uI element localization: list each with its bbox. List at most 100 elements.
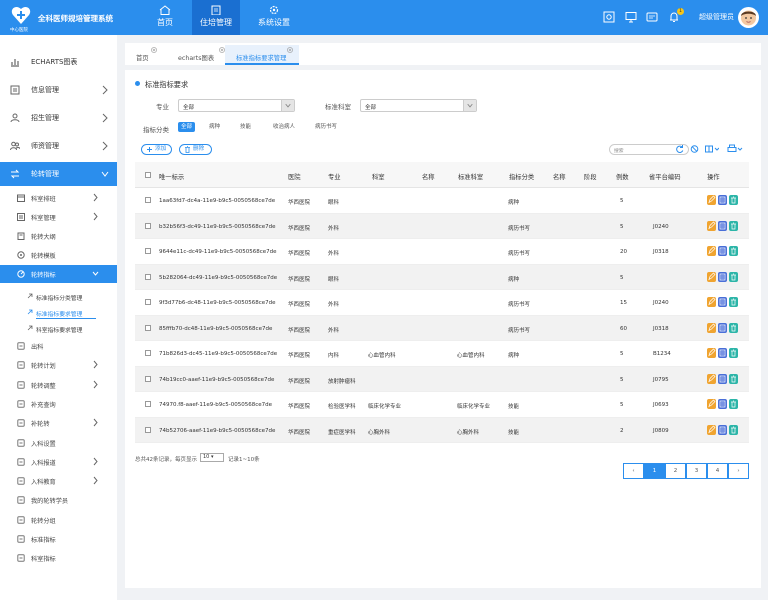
- view-icon[interactable]: [718, 246, 727, 256]
- delete-icon[interactable]: [729, 271, 738, 282]
- sidebar-sub-indicator[interactable]: 轮转指标: [0, 265, 117, 283]
- sidebar-sub-item[interactable]: 轮转分组: [0, 511, 117, 529]
- sidebar-sub-template[interactable]: 轮转模板: [0, 246, 117, 264]
- page-button-2[interactable]: 2: [665, 463, 686, 479]
- sidebar-sub-item[interactable]: 补轮转: [0, 414, 117, 432]
- edit-icon[interactable]: [707, 195, 716, 205]
- edit-icon[interactable]: [707, 297, 716, 307]
- print-icon[interactable]: [727, 144, 743, 154]
- edit-icon[interactable]: [707, 399, 716, 409]
- topnav-settings[interactable]: 系统设置: [250, 0, 298, 35]
- category-chip-skill[interactable]: 技能: [237, 122, 254, 132]
- sidebar-item-info[interactable]: 信息管理: [0, 78, 117, 102]
- close-icon[interactable]: [287, 47, 293, 53]
- view-icon[interactable]: [718, 195, 727, 205]
- delete-icon[interactable]: [729, 220, 738, 231]
- table-row[interactable]: 1aa63fd7-dc4a-11e9-b9c5-0050568ce7de 华西医院…: [135, 188, 749, 214]
- page-button-3[interactable]: 3: [686, 463, 707, 479]
- sidebar-sub-schedule[interactable]: 科室排班: [0, 189, 117, 207]
- sidebar-sub-item[interactable]: 补充查询: [0, 395, 117, 413]
- monitor-icon[interactable]: [625, 11, 637, 23]
- page-button-4[interactable]: 4: [707, 463, 728, 479]
- sidebar-sub3-std-requirement[interactable]: 标准指标要求管理: [0, 305, 117, 321]
- avatar[interactable]: [738, 7, 759, 28]
- table-row[interactable]: b32b56f3-dc49-11e9-b9c5-0050568ce7de 华西医院…: [135, 213, 749, 240]
- message-icon[interactable]: [646, 11, 658, 23]
- page-size-select[interactable]: 10 ▾: [200, 453, 224, 462]
- edit-icon[interactable]: [707, 373, 716, 384]
- edit-icon[interactable]: [707, 271, 716, 282]
- table-row[interactable]: 74b52706-aaef-11e9-b9c5-0050568ce7de 华西医院…: [135, 417, 749, 444]
- sidebar-sub-item[interactable]: 入科报道: [0, 453, 117, 471]
- next-page-button[interactable]: ›: [728, 463, 749, 479]
- delete-icon[interactable]: [729, 195, 738, 205]
- sidebar-item-enroll[interactable]: 招生管理: [0, 106, 117, 130]
- row-checkbox[interactable]: [145, 401, 151, 407]
- table-row[interactable]: 85fffb70-dc48-11e9-b9c5-0050568ce7de 华西医院…: [135, 315, 749, 342]
- table-row[interactable]: 74b19cc0-aaef-11e9-b9c5-0050568ce7de 华西医院…: [135, 366, 749, 393]
- table-row[interactable]: 9f3d77b6-dc48-11e9-b9c5-0050568ce7de 华西医院…: [135, 290, 749, 316]
- delete-icon[interactable]: [729, 297, 738, 307]
- delete-button[interactable]: 删除: [179, 144, 212, 155]
- app-logo[interactable]: 全科医师规培管理系统 中心医院: [8, 6, 126, 33]
- row-checkbox[interactable]: [145, 273, 151, 280]
- delete-icon[interactable]: [729, 373, 738, 384]
- row-checkbox[interactable]: [145, 350, 151, 356]
- sidebar-item-rotation[interactable]: 轮转管理: [0, 162, 117, 186]
- table-row[interactable]: 74970.f8-aaef-11e9-b9c5-0050568ce7de 华西医院…: [135, 392, 749, 418]
- table-row[interactable]: 9644e11c-dc49-11e9-b9c5-0050568ce7de 华西医院…: [135, 239, 749, 265]
- row-checkbox[interactable]: [145, 375, 151, 382]
- sidebar-sub-item[interactable]: 出科: [0, 337, 117, 355]
- view-icon[interactable]: [718, 424, 727, 435]
- prev-page-button[interactable]: ‹: [623, 463, 644, 479]
- tab-home[interactable]: 首页: [125, 45, 167, 65]
- category-chip-admission[interactable]: 收治病人: [270, 122, 298, 132]
- sidebar-item-echarts[interactable]: ECHARTS图表: [0, 50, 117, 74]
- sidebar-sub-item[interactable]: 轮转计划: [0, 356, 117, 374]
- dept-select[interactable]: 全部: [360, 99, 477, 112]
- admin-name[interactable]: 超级管理员: [699, 12, 734, 22]
- delete-icon[interactable]: [729, 322, 738, 333]
- sidebar-item-teachers[interactable]: 师资管理: [0, 134, 117, 158]
- edit-icon[interactable]: [707, 348, 716, 358]
- edit-icon[interactable]: [707, 424, 716, 435]
- edit-icon[interactable]: [707, 322, 716, 333]
- category-chip-record[interactable]: 病历书写: [312, 122, 340, 132]
- refresh-icon[interactable]: [675, 144, 684, 154]
- select-all-checkbox[interactable]: [145, 172, 151, 178]
- row-checkbox[interactable]: [145, 222, 151, 229]
- delete-icon[interactable]: [729, 399, 738, 409]
- topnav-training[interactable]: 住培管理: [192, 0, 240, 35]
- table-row[interactable]: 5b282064-dc49-11e9-b9c5-0050568ce7de 华西医院…: [135, 264, 749, 291]
- columns-icon[interactable]: [705, 144, 719, 154]
- sidebar-sub-item[interactable]: 入科设置: [0, 434, 117, 452]
- row-checkbox[interactable]: [145, 299, 151, 305]
- table-row[interactable]: 71b826d3-dc45-11e9-b9c5-0050568ce7de 华西医院…: [135, 341, 749, 367]
- tab-echarts[interactable]: echarts图表: [167, 45, 225, 65]
- view-icon[interactable]: [718, 271, 727, 282]
- screenshot-icon[interactable]: [603, 11, 615, 23]
- sidebar-sub-dept[interactable]: 科室管理: [0, 208, 117, 226]
- sidebar-sub-item[interactable]: 入科教育: [0, 472, 117, 490]
- sidebar-sub3-dept-requirement[interactable]: 科室指标要求管理: [0, 321, 117, 337]
- row-checkbox[interactable]: [145, 248, 151, 254]
- sidebar-sub3-std-category[interactable]: 标准指标分类管理: [0, 289, 117, 305]
- sidebar-sub-item[interactable]: 我的轮转学员: [0, 491, 117, 509]
- view-icon[interactable]: [718, 399, 727, 409]
- sidebar-sub-item[interactable]: 轮转调整: [0, 376, 117, 394]
- delete-icon[interactable]: [729, 246, 738, 256]
- edit-icon[interactable]: [707, 246, 716, 256]
- delete-icon[interactable]: [729, 348, 738, 358]
- view-icon[interactable]: [718, 220, 727, 231]
- row-checkbox[interactable]: [145, 197, 151, 203]
- sidebar-sub-item[interactable]: 标准指标: [0, 530, 117, 548]
- tab-std-requirement[interactable]: 标准指标要求管理: [225, 45, 299, 65]
- major-select[interactable]: 全部: [178, 99, 295, 112]
- category-chip-all[interactable]: 全部: [178, 122, 196, 132]
- view-icon[interactable]: [718, 373, 727, 384]
- close-icon[interactable]: [151, 47, 157, 53]
- delete-icon[interactable]: [729, 424, 738, 435]
- edit-icon[interactable]: [707, 220, 716, 231]
- view-icon[interactable]: [718, 348, 727, 358]
- add-button[interactable]: 添加: [141, 144, 172, 155]
